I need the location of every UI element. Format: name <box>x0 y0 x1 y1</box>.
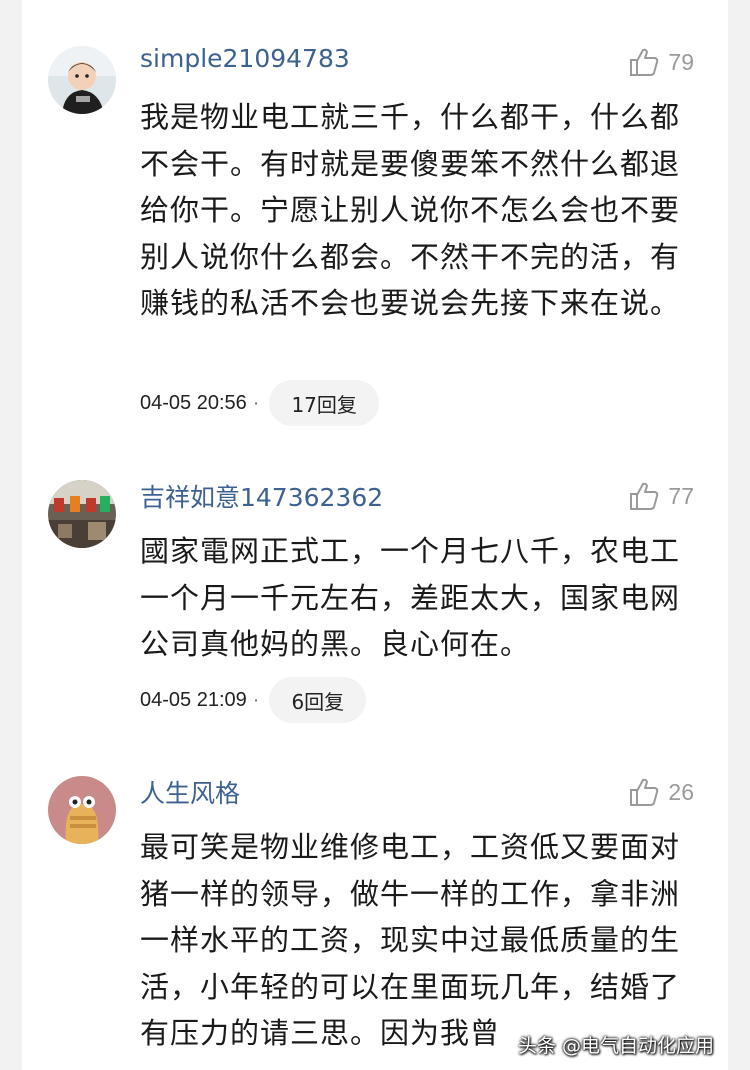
separator: · <box>252 391 260 414</box>
username[interactable]: 人生风格 <box>140 774 240 810</box>
comment-text: 我是物业电工就三千，什么都干，什么都不会干。有时就是要傻要笨不然什么都退给你干。… <box>140 100 681 320</box>
comment-meta: 04-05 20:56 · 17回复 <box>140 380 379 426</box>
like-count: 77 <box>668 482 694 509</box>
avatar[interactable] <box>48 480 116 548</box>
timestamp: 04-05 20:56 <box>140 391 247 414</box>
replies-button[interactable]: 17回复 <box>269 380 379 426</box>
username[interactable]: simple21094783 <box>140 44 350 73</box>
thumbs-up-icon <box>630 482 659 510</box>
like-count: 79 <box>668 48 694 75</box>
like-count: 26 <box>668 778 694 805</box>
comment-meta: 04-05 21:09 · 6回复 <box>140 677 367 723</box>
thumbs-up-icon <box>630 778 659 806</box>
like-button[interactable]: 79 <box>628 44 694 80</box>
thumbs-up-icon <box>630 48 659 76</box>
avatar[interactable] <box>48 46 116 114</box>
username[interactable]: 吉祥如意147362362 <box>140 478 383 514</box>
comment-text: 國家電网正式工，一个月七八千，农电工一个月一千元左右，差距太大，国家电网公司真他… <box>140 534 681 661</box>
separator: · <box>252 688 260 711</box>
watermark: 头条 @电气自动化应用 <box>517 1035 714 1057</box>
comment-list: simple21094783 79 我是物业电工就三千，什么都干，什么都不会干。… <box>22 0 728 1070</box>
timestamp: 04-05 21:09 <box>140 688 247 711</box>
replies-button[interactable]: 6回复 <box>269 677 367 723</box>
comment-text: 最可笑是物业维修电工，工资低又要面对猪一样的领导，做牛一样的工作，拿非洲一样水平… <box>140 830 681 1050</box>
like-button[interactable]: 26 <box>628 774 694 810</box>
avatar[interactable] <box>48 776 116 844</box>
like-button[interactable]: 77 <box>628 478 694 514</box>
